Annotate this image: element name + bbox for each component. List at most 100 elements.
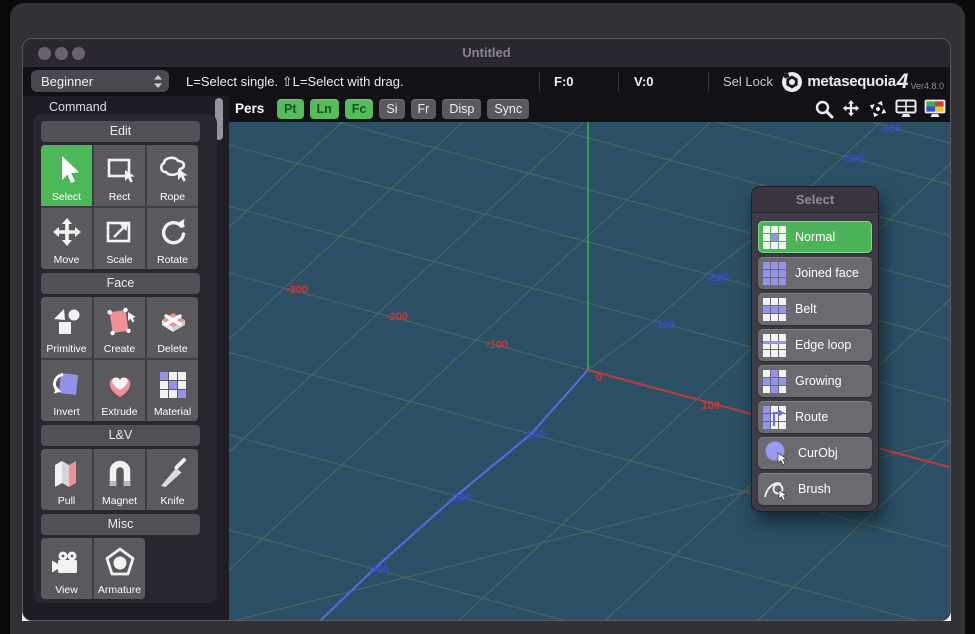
tool-view[interactable]: View bbox=[41, 538, 92, 599]
x-axis-label: -100 bbox=[486, 339, 508, 351]
movie-camera-icon bbox=[50, 542, 84, 584]
create-face-icon bbox=[103, 301, 137, 343]
brand-version: Ver4.8.0 bbox=[910, 81, 944, 91]
select-mode-normal[interactable]: Normal bbox=[758, 221, 872, 253]
knife-icon bbox=[156, 453, 190, 495]
invert-icon bbox=[50, 364, 84, 406]
select-mode-route[interactable]: Route bbox=[758, 401, 872, 433]
select-mode-belt[interactable]: Belt bbox=[758, 293, 872, 325]
x-axis-label: 0 bbox=[596, 372, 602, 384]
material-icon bbox=[156, 364, 190, 406]
edge-loop-grid-icon bbox=[763, 334, 786, 357]
x-axis-label: -300 bbox=[286, 284, 308, 296]
tool-pull[interactable]: Pull bbox=[41, 449, 92, 510]
magnet-icon bbox=[103, 453, 137, 495]
toggle-lines[interactable]: Ln bbox=[310, 99, 339, 119]
growing-grid-icon bbox=[763, 370, 786, 393]
mode-dropdown[interactable]: Beginner bbox=[31, 70, 169, 92]
sidebar-title: Command bbox=[49, 100, 107, 114]
z-axis-label: -600 bbox=[879, 123, 901, 135]
group-lv-header: L&V bbox=[41, 425, 200, 446]
pull-icon bbox=[50, 453, 84, 495]
normal-grid-icon bbox=[763, 226, 786, 249]
toggle-points[interactable]: Pt bbox=[277, 99, 304, 119]
toggle-faces[interactable]: Fc bbox=[345, 99, 374, 119]
tool-rope[interactable]: Rope bbox=[147, 145, 198, 206]
z-axis-label: -100 bbox=[653, 319, 675, 331]
tool-armature[interactable]: Armature bbox=[94, 538, 145, 599]
scale-icon bbox=[103, 212, 137, 254]
belt-grid-icon bbox=[763, 298, 786, 321]
viewport-toolbar: Pers Pt Ln Fc Si Fr Disp Sync bbox=[229, 96, 950, 122]
armature-icon bbox=[103, 542, 137, 584]
tool-primitive[interactable]: Primitive bbox=[41, 297, 92, 358]
curobj-icon bbox=[763, 440, 789, 466]
group-edit-header: Edit bbox=[41, 121, 200, 142]
select-mode-joined-face[interactable]: Joined face bbox=[758, 257, 872, 289]
joined-face-grid-icon bbox=[763, 262, 786, 285]
tool-delete[interactable]: Delete bbox=[147, 297, 198, 358]
view-layout-color-icon[interactable] bbox=[923, 99, 947, 119]
tool-knife[interactable]: Knife bbox=[147, 449, 198, 510]
zoom-tool-icon[interactable] bbox=[813, 99, 835, 119]
pan-tool-icon[interactable] bbox=[840, 99, 862, 119]
view-layout-icon[interactable] bbox=[894, 99, 918, 119]
select-mode-brush[interactable]: Brush bbox=[758, 473, 872, 505]
command-sidebar: Command Edit Select bbox=[23, 96, 229, 620]
toggle-si[interactable]: Si bbox=[379, 99, 404, 119]
select-cursor-icon bbox=[50, 149, 84, 191]
3d-view-canvas[interactable]: -300 -200 -100 0 100 -600 -500 -200 -100… bbox=[229, 122, 950, 620]
menu-separator bbox=[708, 72, 709, 91]
group-face-header: Face bbox=[41, 273, 200, 294]
group-misc: Misc View Armature bbox=[41, 514, 200, 599]
menu-separator bbox=[618, 72, 619, 91]
view-mode-label: Pers bbox=[235, 96, 264, 122]
select-subpanel-title: Select bbox=[752, 187, 878, 213]
tool-rect[interactable]: Rect bbox=[94, 145, 145, 206]
group-edit: Edit Select Rect bbox=[41, 121, 200, 269]
tool-create[interactable]: Create bbox=[94, 297, 145, 358]
rect-select-icon bbox=[103, 149, 137, 191]
menu-bar: Beginner L=Select single. ⇧L=Select with… bbox=[23, 67, 950, 96]
brand-name: metasequoia bbox=[807, 73, 895, 90]
rope-select-icon bbox=[156, 149, 190, 191]
select-mode-growing[interactable]: Growing bbox=[758, 365, 872, 397]
mode-dropdown-value: Beginner bbox=[41, 74, 153, 89]
select-mode-curobj[interactable]: CurObj bbox=[758, 437, 872, 469]
delete-face-icon bbox=[156, 301, 190, 343]
title-bar: Untitled bbox=[23, 39, 950, 67]
x-axis-label: 100 bbox=[702, 400, 720, 412]
sel-lock-toggle[interactable]: Sel Lock bbox=[723, 67, 773, 96]
tool-move[interactable]: Move bbox=[41, 208, 92, 269]
metasequoia-logo-icon bbox=[781, 71, 803, 93]
chevron-up-down-icon bbox=[153, 74, 163, 89]
z-axis-label: 100 bbox=[527, 429, 545, 441]
move-icon bbox=[50, 212, 84, 254]
status-hint: L=Select single. ⇧L=Select with drag. bbox=[186, 67, 404, 96]
command-panel: Edit Select Rect bbox=[33, 114, 217, 603]
primitive-icon bbox=[50, 301, 84, 343]
brand-logo: metasequoia 4 Ver4.8.0 bbox=[781, 67, 944, 96]
select-mode-edge-loop[interactable]: Edge loop bbox=[758, 329, 872, 361]
toggle-fr[interactable]: Fr bbox=[411, 99, 437, 119]
main-content: Command Edit Select bbox=[23, 96, 950, 620]
toggle-sync[interactable]: Sync bbox=[487, 99, 529, 119]
viewport-column: Pers Pt Ln Fc Si Fr Disp Sync bbox=[229, 96, 950, 620]
tool-scale[interactable]: Scale bbox=[94, 208, 145, 269]
rotate-view-icon[interactable] bbox=[867, 99, 889, 119]
x-axis-label: -200 bbox=[386, 311, 408, 323]
select-subpanel: Select Normal Joined face bbox=[751, 186, 879, 512]
toggle-disp[interactable]: Disp bbox=[442, 99, 481, 119]
tool-material[interactable]: Material bbox=[147, 360, 198, 421]
tool-rotate[interactable]: Rotate bbox=[147, 208, 198, 269]
metasequoia-window: Untitled Beginner L=Select single. ⇧L=Se… bbox=[22, 38, 951, 621]
tool-extrude[interactable]: Extrude bbox=[94, 360, 145, 421]
tool-select[interactable]: Select bbox=[41, 145, 92, 206]
window-title: Untitled bbox=[23, 39, 950, 67]
rotate-icon bbox=[156, 212, 190, 254]
menu-separator bbox=[539, 72, 540, 91]
brand-number: 4 bbox=[897, 70, 909, 94]
tool-magnet[interactable]: Magnet bbox=[94, 449, 145, 510]
z-axis-label: -500 bbox=[842, 153, 864, 165]
tool-invert[interactable]: Invert bbox=[41, 360, 92, 421]
